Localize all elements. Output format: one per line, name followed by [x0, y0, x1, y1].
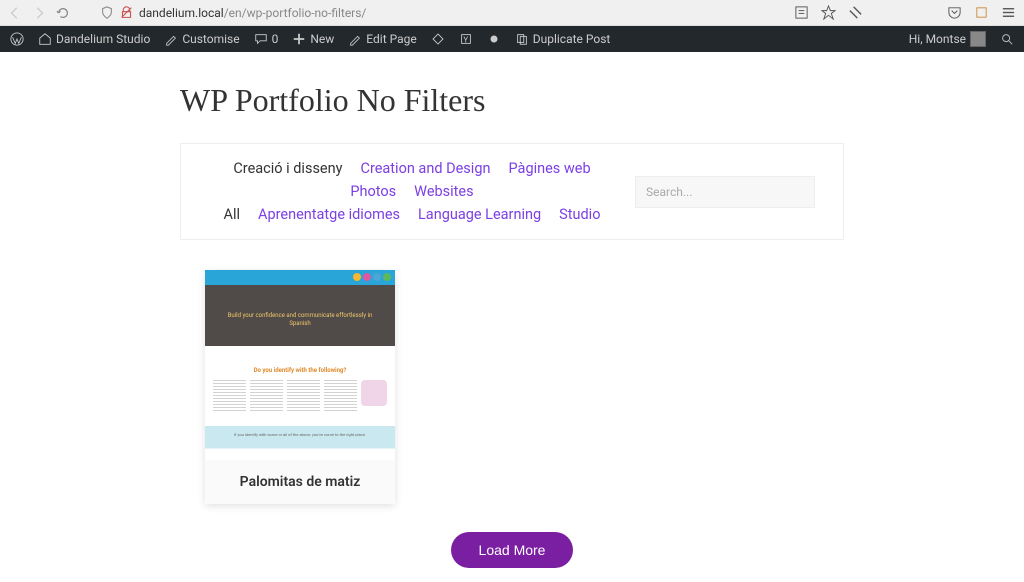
load-more-button[interactable]: Load More: [451, 532, 574, 568]
svg-text:Y: Y: [463, 36, 468, 45]
filter-cat[interactable]: Studio: [559, 206, 600, 223]
wp-search-icon[interactable]: [1000, 32, 1014, 46]
thumb-hero-text: Build your confidence and communicate ef…: [205, 312, 395, 328]
nav-controls: [8, 6, 70, 20]
edit-page-label: Edit Page: [366, 32, 416, 46]
shield-icon: [100, 6, 114, 20]
portfolio-card[interactable]: Build your confidence and communicate ef…: [205, 270, 395, 504]
customise-label: Customise: [182, 32, 239, 46]
forward-button[interactable]: [32, 6, 46, 20]
customise-link[interactable]: Customise: [164, 32, 239, 46]
lock-icon: [120, 6, 133, 19]
filter-cat-all[interactable]: All: [224, 206, 241, 223]
bookmark-icon[interactable]: [821, 5, 836, 20]
filter-cat[interactable]: Photos: [350, 183, 396, 200]
card-thumbnail: Build your confidence and communicate ef…: [205, 270, 395, 460]
filter-cat[interactable]: Pàgines web: [508, 160, 590, 177]
thumb-subhead: Do you identify with the following?: [205, 367, 395, 374]
reload-button[interactable]: [56, 6, 70, 20]
comments-link[interactable]: 0: [254, 32, 279, 46]
search-placeholder: Search...: [646, 185, 692, 199]
chrome-right-controls: [794, 5, 1016, 20]
filter-cat[interactable]: Creació i disseny: [233, 160, 342, 177]
duplicate-post-link[interactable]: Duplicate Post: [515, 32, 611, 46]
card-title: Palomitas de matiz: [205, 460, 395, 504]
wp-admin-bar: Dandelium Studio Customise 0 New Edit Pa…: [0, 26, 1024, 52]
edit-page-link[interactable]: Edit Page: [348, 32, 416, 46]
pocket-icon[interactable]: [947, 5, 962, 20]
filter-cat[interactable]: Language Learning: [418, 206, 541, 223]
reader-icon[interactable]: [794, 5, 809, 20]
url-bar[interactable]: dandelium.local/en/wp-portfolio-no-filte…: [100, 6, 644, 20]
filter-cat[interactable]: Aprenentatge idiomes: [258, 206, 400, 223]
thumb-band-text: If you identify with some or all of the …: [205, 432, 395, 437]
duplicate-label: Duplicate Post: [533, 32, 611, 46]
portfolio-grid: Build your confidence and communicate ef…: [180, 270, 844, 504]
tool-icon[interactable]: [848, 5, 863, 20]
status-dot-icon[interactable]: [487, 32, 501, 46]
filter-categories: Creació i disseny Creation and Design Pà…: [209, 160, 615, 223]
theme-builder-icon[interactable]: [431, 32, 445, 46]
portfolio-filter-box: Creació i disseny Creation and Design Pà…: [180, 143, 844, 240]
site-name-label: Dandelium Studio: [56, 32, 150, 46]
filter-cat[interactable]: Creation and Design: [361, 160, 491, 177]
menu-icon[interactable]: [1001, 5, 1016, 20]
url-text: dandelium.local/en/wp-portfolio-no-filte…: [139, 6, 366, 20]
greeting-label: Hi, Montse: [909, 32, 966, 46]
page-content: WP Portfolio No Filters Creació i dissen…: [0, 52, 1024, 568]
extension-icon[interactable]: [974, 5, 989, 20]
comments-count: 0: [272, 32, 279, 46]
wp-logo[interactable]: [10, 32, 24, 46]
new-link[interactable]: New: [292, 32, 334, 46]
user-greeting[interactable]: Hi, Montse: [909, 31, 986, 47]
site-name-link[interactable]: Dandelium Studio: [38, 32, 150, 46]
avatar: [970, 31, 986, 47]
new-label: New: [310, 32, 334, 46]
browser-toolbar: dandelium.local/en/wp-portfolio-no-filte…: [0, 0, 1024, 26]
yoast-icon[interactable]: Y: [459, 32, 473, 46]
page-title: WP Portfolio No Filters: [180, 82, 844, 119]
back-button[interactable]: [8, 6, 22, 20]
search-input[interactable]: Search...: [635, 176, 815, 208]
filter-cat[interactable]: Websites: [414, 183, 473, 200]
